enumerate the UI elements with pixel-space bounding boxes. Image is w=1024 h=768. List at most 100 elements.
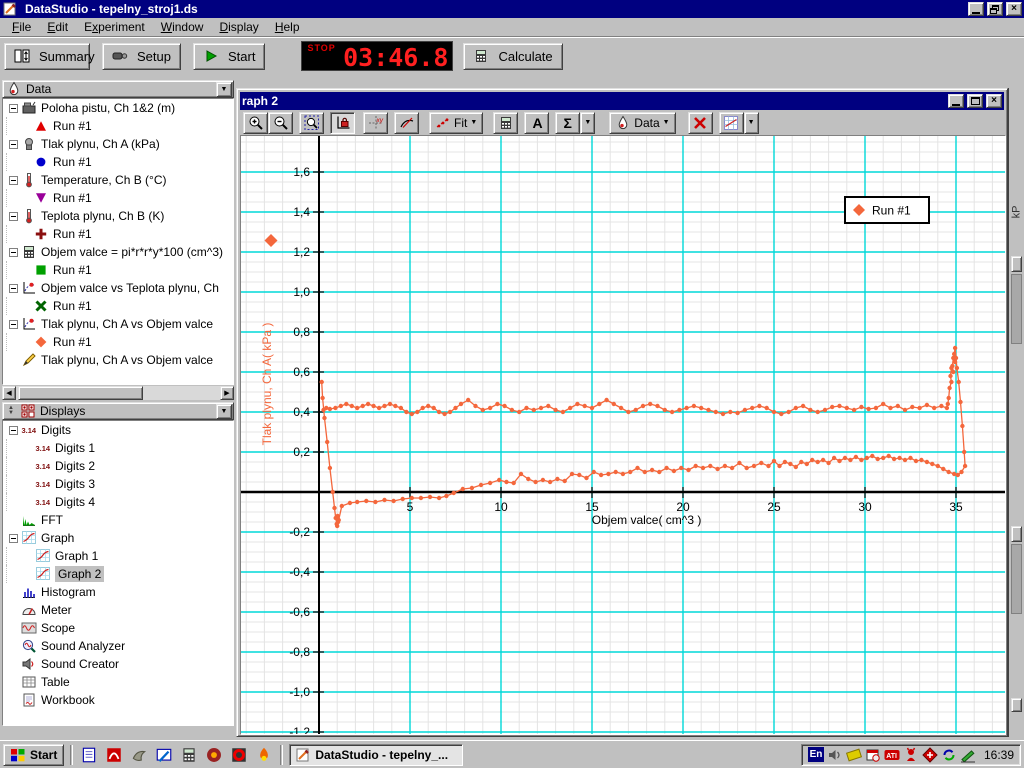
expand-toggle-icon[interactable] <box>9 284 18 293</box>
zoom-out-button[interactable] <box>268 112 293 134</box>
data-item[interactable]: Objem valce vs Teplota plynu, Ch <box>3 279 233 297</box>
chart-canvas[interactable]: 1,61,41,21,00,80,60,40,2-0,2-0,4-0,6-0,8… <box>241 136 1005 734</box>
legend[interactable]: Run #1 <box>845 197 929 223</box>
display-item-workbook[interactable]: Workbook <box>3 691 233 709</box>
menu-edit[interactable]: Edit <box>39 18 76 36</box>
calculator-quicklaunch-icon[interactable] <box>179 745 199 765</box>
expand-toggle-icon[interactable] <box>9 320 18 329</box>
run-item[interactable]: Run #1 <box>3 261 233 279</box>
restore-button[interactable] <box>987 2 1003 16</box>
run-item[interactable]: Run #1 <box>3 189 233 207</box>
calculate-button[interactable] <box>493 112 518 134</box>
run-item[interactable]: Run #1 <box>3 297 233 315</box>
data-section-header[interactable]: Data ▼ <box>2 80 234 98</box>
flame-quicklaunch-icon[interactable] <box>254 745 274 765</box>
start-menu-button[interactable]: Start <box>3 744 64 766</box>
menu-display[interactable]: Display <box>211 18 266 36</box>
text-annotation-button[interactable]: A <box>524 112 549 134</box>
display-item-sound-creator[interactable]: Sound Creator <box>3 655 233 673</box>
graph-close-button[interactable]: × <box>986 94 1002 108</box>
data-item[interactable]: Tlak plynu, Ch A vs Objem valce <box>3 351 233 369</box>
devil-tray-icon[interactable] <box>903 747 919 763</box>
display-item-sound-analyzer[interactable]: Sound Analyzer <box>3 637 233 655</box>
graph-settings-dropdown-button[interactable]: ▼ <box>744 112 759 134</box>
scrollbar-thumb[interactable] <box>18 386 143 400</box>
volume-tray-icon[interactable] <box>827 747 843 763</box>
expand-toggle-icon[interactable] <box>9 140 18 149</box>
data-item[interactable]: Objem valce = pi*r*r*y*100 (cm^3) <box>3 243 233 261</box>
statistics-dropdown-button[interactable]: ▼ <box>580 112 595 134</box>
expand-toggle-icon[interactable] <box>9 212 18 221</box>
run-item[interactable]: Run #1 <box>3 333 233 351</box>
menu-help[interactable]: Help <box>267 18 308 36</box>
close-button[interactable]: × <box>1006 2 1022 16</box>
data-tree-hscrollbar[interactable]: ◀ ▶ <box>2 386 234 400</box>
display-item-digits[interactable]: 3.14Digits <box>3 421 233 439</box>
expand-toggle-icon[interactable] <box>9 104 18 113</box>
scrollbar-track[interactable] <box>16 386 220 400</box>
data-menu-button[interactable]: Data▼ <box>609 112 675 134</box>
menu-window[interactable]: Window <box>153 18 212 36</box>
xy-tool-button[interactable]: xy <box>363 112 388 134</box>
display-item-table[interactable]: Table <box>3 673 233 691</box>
zoom-in-button[interactable] <box>243 112 268 134</box>
task-button-datastudio[interactable]: DataStudio - tepelny_... <box>289 744 463 766</box>
calendar-tray-icon[interactable] <box>865 747 881 763</box>
data-section-dropdown[interactable]: ▼ <box>216 82 232 97</box>
display-item-digits-3[interactable]: 3.14Digits 3 <box>3 475 233 493</box>
minimize-button[interactable] <box>968 2 984 16</box>
scroll-right-arrow[interactable]: ▶ <box>220 386 234 400</box>
displays-section-dropdown[interactable]: ▼ <box>216 404 232 419</box>
display-item-histogram[interactable]: Histogram <box>3 583 233 601</box>
graph-maximize-button[interactable] <box>967 94 983 108</box>
graph-minimize-button[interactable] <box>948 94 964 108</box>
dragon-quicklaunch-icon[interactable] <box>204 745 224 765</box>
data-item[interactable]: Poloha pistu, Ch 1&2 (m) <box>3 99 233 117</box>
scale-lock-button[interactable] <box>330 112 355 134</box>
smart-tool-button[interactable] <box>394 112 419 134</box>
display-item-graph-2[interactable]: Graph 2 <box>3 565 233 583</box>
data-item[interactable]: Teplota plynu, Ch B (K) <box>3 207 233 225</box>
notepad-quicklaunch-icon[interactable] <box>79 745 99 765</box>
acrobat-quicklaunch-icon[interactable] <box>104 745 124 765</box>
display-item-graph-1[interactable]: Graph 1 <box>3 547 233 565</box>
zoom-select-button[interactable] <box>299 112 324 134</box>
setup-button[interactable]: Setup <box>102 43 181 70</box>
graph-plot-area[interactable]: 1,61,41,21,00,80,60,40,2-0,2-0,4-0,6-0,8… <box>240 135 1006 735</box>
display-item-digits-1[interactable]: 3.14Digits 1 <box>3 439 233 457</box>
delete-button[interactable] <box>688 112 713 134</box>
scroll-left-arrow[interactable]: ◀ <box>2 386 16 400</box>
keyboard-tray-icon[interactable] <box>846 747 862 763</box>
bird-quicklaunch-icon[interactable] <box>129 745 149 765</box>
fit-menu-button[interactable]: Fit▼ <box>429 112 483 134</box>
display-item-graph[interactable]: Graph <box>3 529 233 547</box>
expand-toggle-icon[interactable] <box>9 426 18 435</box>
data-item[interactable]: Temperature, Ch B (°C) <box>3 171 233 189</box>
run-item[interactable]: Run #1 <box>3 225 233 243</box>
expand-toggle-icon[interactable] <box>9 248 18 257</box>
statistics-button[interactable]: Σ <box>555 112 580 134</box>
diamond-tray-icon[interactable] <box>922 747 938 763</box>
data-item[interactable]: Tlak plynu, Ch A vs Objem valce <box>3 315 233 333</box>
display-item-digits-4[interactable]: 3.14Digits 4 <box>3 493 233 511</box>
splitter-handle-icon[interactable]: ▲▼ <box>6 406 16 416</box>
graph-settings-button[interactable] <box>719 112 744 134</box>
display-item-fft[interactable]: FFT <box>3 511 233 529</box>
summary-button[interactable]: Summary <box>4 43 90 70</box>
expand-toggle-icon[interactable] <box>9 176 18 185</box>
run-item[interactable]: Run #1 <box>3 153 233 171</box>
start-button[interactable]: Start <box>193 43 265 70</box>
data-item[interactable]: Tlak plynu, Ch A (kPa) <box>3 135 233 153</box>
ati-tray-icon[interactable]: ATI <box>884 747 900 763</box>
displays-section-header[interactable]: ▲▼ Displays ▼ <box>2 402 234 420</box>
paint-quicklaunch-icon[interactable] <box>154 745 174 765</box>
expand-toggle-icon[interactable] <box>9 534 18 543</box>
menu-file[interactable]: File <box>4 18 39 36</box>
run-item[interactable]: Run #1 <box>3 117 233 135</box>
display-item-meter[interactable]: Meter <box>3 601 233 619</box>
opera-quicklaunch-icon[interactable] <box>229 745 249 765</box>
pen-tray-icon[interactable] <box>960 747 976 763</box>
language-indicator[interactable]: En <box>808 747 824 762</box>
calculate-button[interactable]: Calculate <box>463 43 562 70</box>
display-item-digits-2[interactable]: 3.14Digits 2 <box>3 457 233 475</box>
